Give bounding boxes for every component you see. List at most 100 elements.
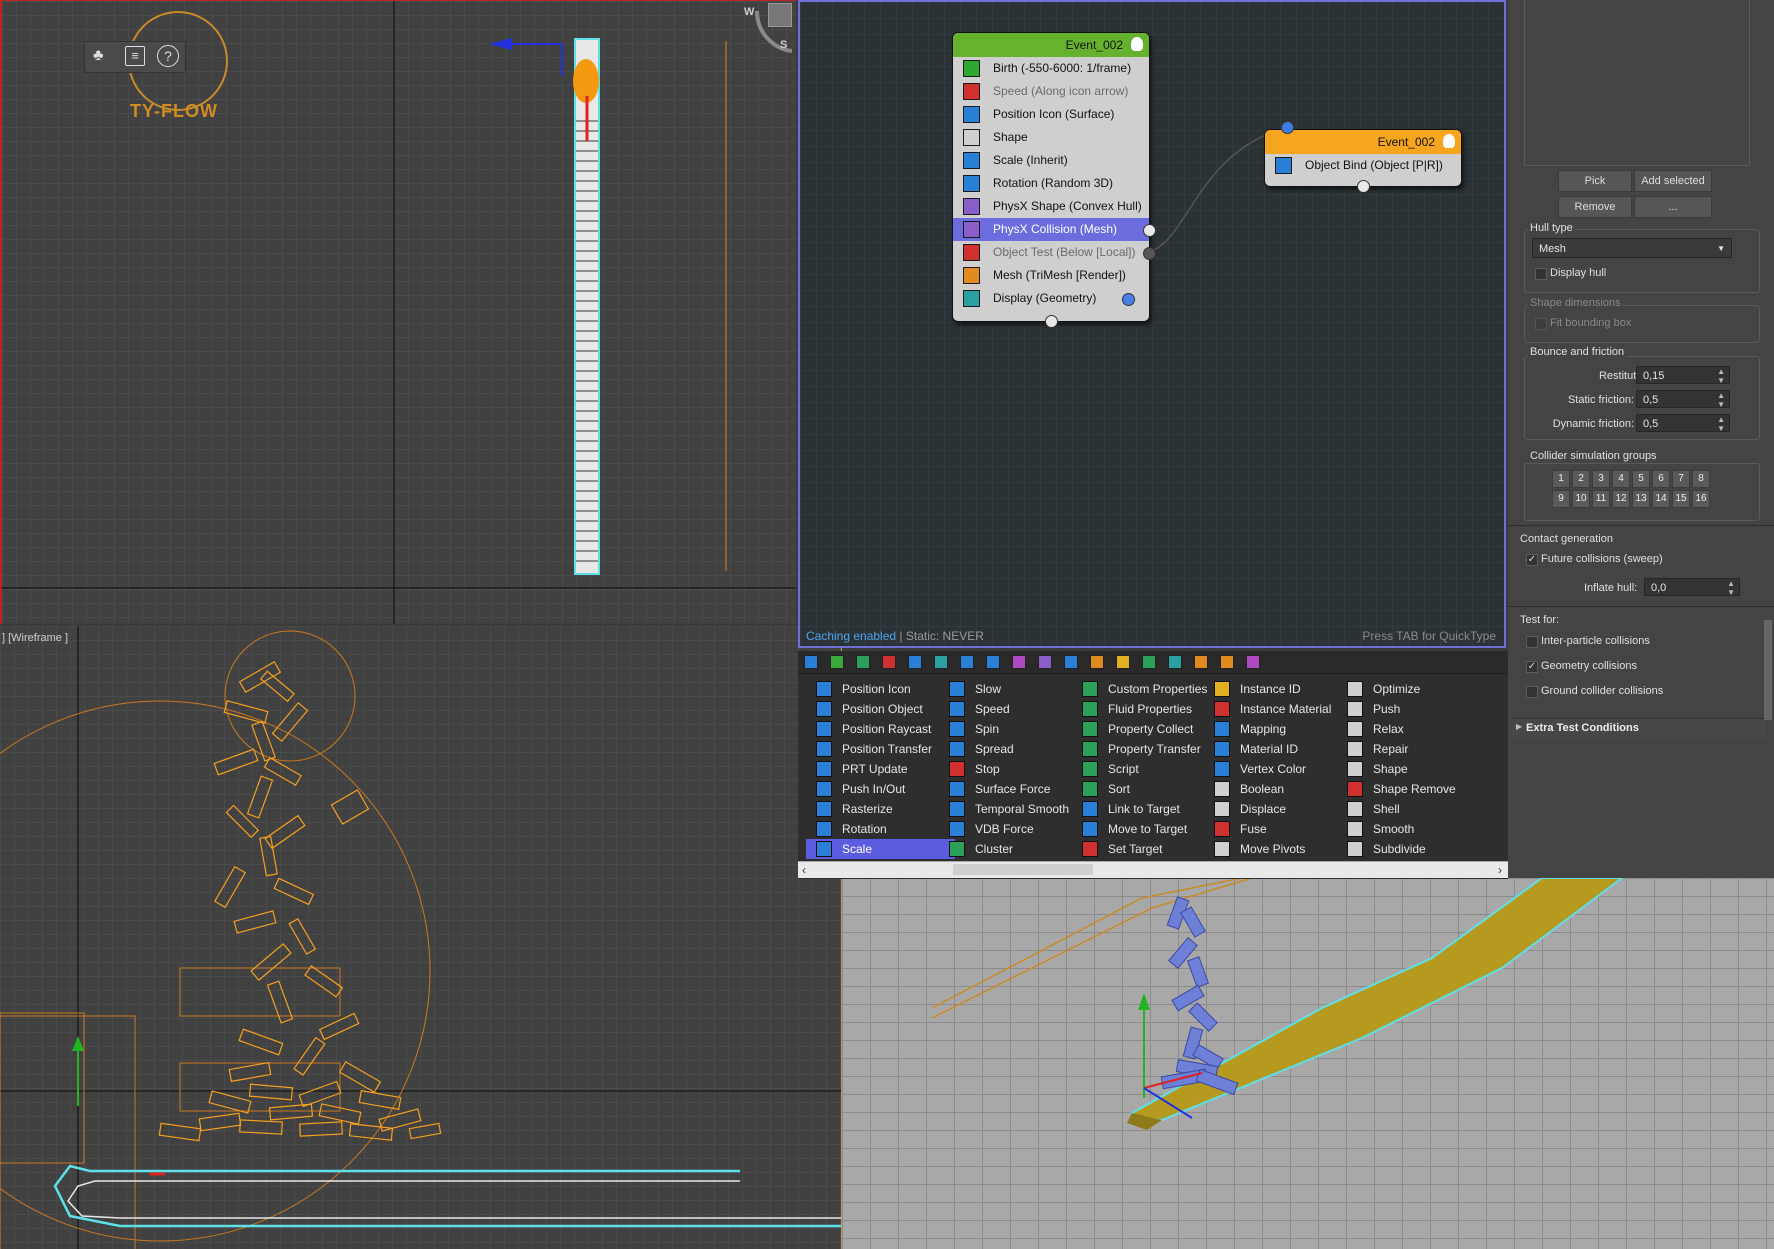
collider-group-16[interactable]: 16 — [1692, 490, 1710, 508]
category-birth-icon[interactable] — [830, 655, 844, 669]
palette-item-fluid-properties[interactable]: Fluid Properties — [1072, 699, 1221, 719]
object-test-output-pin[interactable] — [1143, 247, 1156, 260]
collider-group-6[interactable]: 6 — [1652, 470, 1670, 488]
caching-status[interactable]: Caching enabled — [806, 629, 896, 643]
palette-item-cluster[interactable]: Cluster — [939, 839, 1088, 859]
operator-row[interactable]: PhysX Collision (Mesh) — [953, 218, 1149, 241]
palette-item-slow[interactable]: Slow — [939, 679, 1088, 699]
operator-row[interactable]: Object Test (Below [Local]) — [953, 241, 1149, 264]
future-collisions-checkbox[interactable]: ✓ — [1526, 554, 1538, 566]
palette-item-property-collect[interactable]: Property Collect — [1072, 719, 1221, 739]
event-node-bind-input-pin[interactable] — [1281, 121, 1294, 134]
collider-group-5[interactable]: 5 — [1632, 470, 1650, 488]
palette-item-subdivide[interactable]: Subdivide — [1337, 839, 1486, 859]
collider-group-7[interactable]: 7 — [1672, 470, 1690, 488]
collider-group-2[interactable]: 2 — [1572, 470, 1590, 488]
category-physx-icon[interactable] — [1012, 655, 1026, 669]
palette-item-script[interactable]: Script — [1072, 759, 1221, 779]
static-friction-spinner[interactable]: 0,5 ▲ ▼ — [1636, 390, 1730, 409]
palette-item-move-to-target[interactable]: Move to Target — [1072, 819, 1221, 839]
collider-group-13[interactable]: 13 — [1632, 490, 1650, 508]
palette-item-stop[interactable]: Stop — [939, 759, 1088, 779]
pick-button[interactable]: Pick — [1558, 170, 1632, 192]
palette-item-spread[interactable]: Spread — [939, 739, 1088, 759]
category-event-icon[interactable] — [856, 655, 870, 669]
geometry-collisions-checkbox[interactable]: ✓ — [1526, 661, 1538, 673]
operator-row[interactable]: Rotation (Random 3D) — [953, 172, 1149, 195]
palette-item-rasterize[interactable]: Rasterize — [806, 799, 955, 819]
flow-editor[interactable]: Event_002 Birth (-550-6000: 1/frame) Spee… — [798, 0, 1506, 648]
category-data-icon[interactable] — [1116, 655, 1130, 669]
palette-item-material-id[interactable]: Material ID — [1204, 739, 1353, 759]
panel-scrollbar[interactable] — [1764, 620, 1772, 720]
category-move-icon[interactable] — [960, 655, 974, 669]
inter-particle-checkbox[interactable] — [1526, 636, 1538, 648]
event-node-bind-output-pin[interactable] — [1357, 180, 1370, 193]
category-display-icon[interactable] — [1220, 655, 1234, 669]
category-all-icon[interactable] — [804, 655, 818, 669]
event-node-main-header[interactable]: Event_002 — [953, 33, 1149, 57]
viewcube-w[interactable]: W — [744, 6, 754, 18]
viewcube-s[interactable]: S — [780, 39, 787, 51]
spinner-arrows-icon[interactable]: ▲ ▼ — [1717, 415, 1725, 433]
palette-item-custom-properties[interactable]: Custom Properties — [1072, 679, 1221, 699]
tree-icon[interactable]: ♣ — [93, 47, 104, 65]
category-rotation-icon[interactable] — [986, 655, 1000, 669]
event-node-main-output-pin[interactable] — [1045, 315, 1058, 328]
inflate-hull-spinner[interactable]: 0,0 ▲ ▼ — [1644, 578, 1740, 597]
palette-item-optimize[interactable]: Optimize — [1337, 679, 1486, 699]
scroll-right-icon[interactable]: › — [1498, 862, 1502, 878]
hull-type-dropdown[interactable]: Mesh ▼ — [1532, 238, 1732, 258]
palette-item-surface-force[interactable]: Surface Force — [939, 779, 1088, 799]
viewport-label-wireframe[interactable]: ] [Wireframe ] — [2, 632, 68, 644]
palette-item-shape[interactable]: Shape — [1337, 759, 1486, 779]
operator-row[interactable]: Mesh (TriMesh [Render]) — [953, 264, 1149, 287]
spinner-arrows-icon[interactable]: ▲ ▼ — [1727, 579, 1735, 597]
palette-item-prt-update[interactable]: PRT Update — [806, 759, 955, 779]
fit-bounding-box-checkbox[interactable] — [1535, 318, 1547, 330]
category-position-icon[interactable] — [908, 655, 922, 669]
collider-group-11[interactable]: 11 — [1592, 490, 1610, 508]
collider-group-4[interactable]: 4 — [1612, 470, 1630, 488]
category-material-icon[interactable] — [1194, 655, 1208, 669]
palette-item-set-target[interactable]: Set Target — [1072, 839, 1221, 859]
viewport-perspective[interactable] — [842, 878, 1774, 1249]
palette-item-push-in-out[interactable]: Push In/Out — [806, 779, 955, 799]
category-physx2-icon[interactable] — [1038, 655, 1052, 669]
restitution-spinner[interactable]: 0,15 ▲ ▼ — [1636, 366, 1730, 385]
operator-row[interactable]: Scale (Inherit) — [953, 149, 1149, 172]
collider-group-14[interactable]: 14 — [1652, 490, 1670, 508]
ground-collider-checkbox[interactable] — [1526, 686, 1538, 698]
viewcube-top[interactable] — [768, 3, 792, 27]
category-delete-icon[interactable] — [882, 655, 896, 669]
palette-item-position-icon[interactable]: Position Icon — [806, 679, 955, 699]
collider-group-10[interactable]: 10 — [1572, 490, 1590, 508]
add-selected-button[interactable]: Add selected — [1634, 170, 1712, 192]
palette-item-move-pivots[interactable]: Move Pivots — [1204, 839, 1353, 859]
palette-item-fuse[interactable]: Fuse — [1204, 819, 1353, 839]
palette-item-speed[interactable]: Speed — [939, 699, 1088, 719]
scroll-left-icon[interactable]: ‹ — [802, 862, 806, 878]
palette-item-vdb-force[interactable]: VDB Force — [939, 819, 1088, 839]
category-script-icon[interactable] — [1142, 655, 1156, 669]
palette-item-position-raycast[interactable]: Position Raycast — [806, 719, 955, 739]
palette-horizontal-scrollbar[interactable]: ‹ › — [798, 861, 1508, 878]
display-hull-checkbox[interactable] — [1535, 268, 1547, 280]
extra-test-rollout[interactable]: ▶ Extra Test Conditions — [1512, 718, 1766, 739]
palette-item-shape-remove[interactable]: Shape Remove — [1337, 779, 1486, 799]
palette-item-relax[interactable]: Relax — [1337, 719, 1486, 739]
event-node-bind-header[interactable]: Event_002 — [1265, 130, 1461, 154]
physx-collision-output-pin[interactable] — [1143, 224, 1156, 237]
spinner-arrows-icon[interactable]: ▲ ▼ — [1717, 391, 1725, 409]
spinner-arrows-icon[interactable]: ▲ ▼ — [1717, 367, 1725, 385]
scrollbar-thumb[interactable] — [953, 864, 1093, 875]
palette-item-scale[interactable]: Scale — [806, 839, 955, 859]
palette-item-temporal-smooth[interactable]: Temporal Smooth — [939, 799, 1088, 819]
palette-item-position-transfer[interactable]: Position Transfer — [806, 739, 955, 759]
operator-row[interactable]: PhysX Shape (Convex Hull) — [953, 195, 1149, 218]
event-node-main[interactable]: Event_002 Birth (-550-6000: 1/frame) Spee… — [952, 32, 1150, 328]
dynamic-friction-spinner[interactable]: 0,5 ▲ ▼ — [1636, 414, 1730, 433]
category-export-icon[interactable] — [1246, 655, 1260, 669]
viewport-front[interactable]: ] [Wireframe ] — [0, 626, 842, 1249]
object-list[interactable] — [1524, 0, 1750, 166]
